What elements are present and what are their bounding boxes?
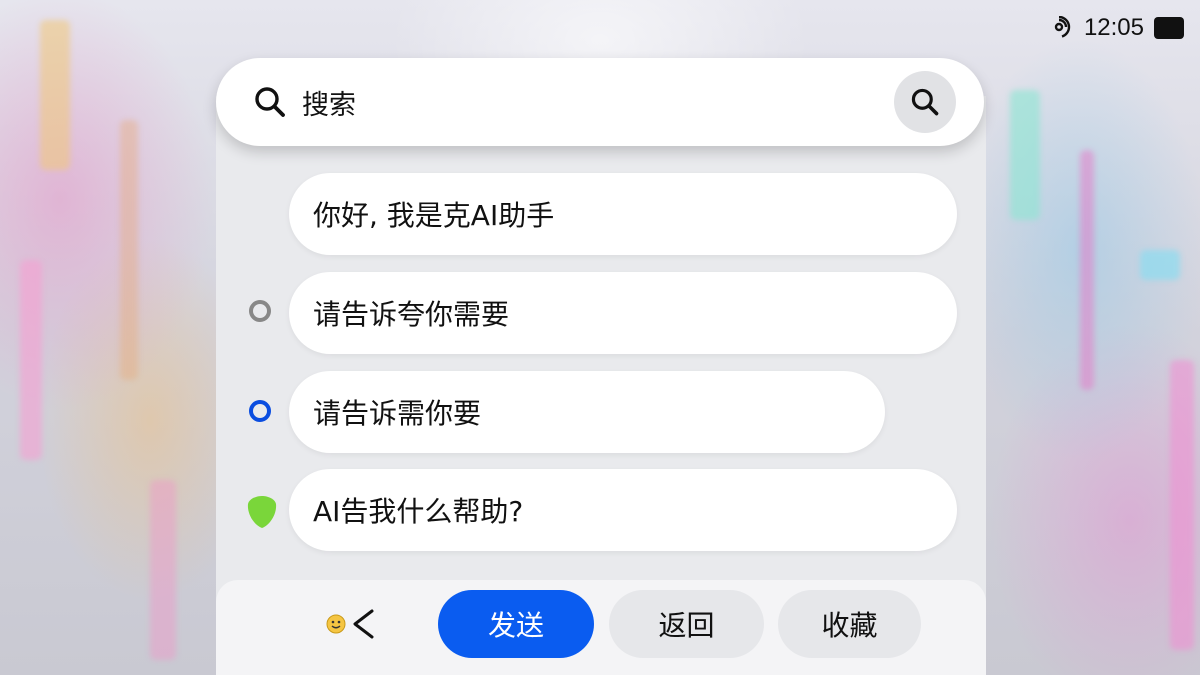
message-bubble[interactable]: 请告诉需你要	[289, 371, 885, 453]
search-bar[interactable]: 搜索	[216, 58, 984, 146]
signal-icon	[1054, 16, 1071, 38]
search-input[interactable]: 搜索	[302, 83, 894, 122]
message-bubble[interactable]: AI告我什么帮助?	[289, 469, 957, 551]
chevron-left-icon[interactable]	[350, 607, 376, 641]
emoji-back-control[interactable]	[326, 603, 376, 645]
message-text: 请告诉需你要	[313, 397, 482, 430]
battery-icon	[1154, 17, 1184, 39]
message-bubble[interactable]: 你好, 我是克AI助手	[289, 173, 957, 255]
smiley-emoji-icon[interactable]	[326, 614, 346, 634]
message-text: 你好, 我是克AI助手	[313, 199, 555, 232]
green-shield-icon	[247, 496, 277, 528]
favorite-button[interactable]: 收藏	[778, 590, 921, 658]
message-bubble[interactable]: 请告诉夸你需要	[289, 272, 957, 354]
message-text: 请告诉夸你需要	[313, 298, 510, 331]
status-ring-blue-icon	[249, 400, 271, 422]
back-button[interactable]: 返回	[609, 590, 764, 658]
message-text: AI告我什么帮助?	[313, 495, 524, 528]
search-icon	[255, 87, 285, 117]
status-ring-gray-icon	[249, 300, 271, 322]
send-button[interactable]: 发送	[438, 590, 594, 658]
status-bar: 12:05	[1050, 12, 1184, 44]
clock: 12:05	[1083, 14, 1144, 41]
search-icon	[911, 88, 939, 116]
search-button[interactable]	[894, 71, 956, 133]
